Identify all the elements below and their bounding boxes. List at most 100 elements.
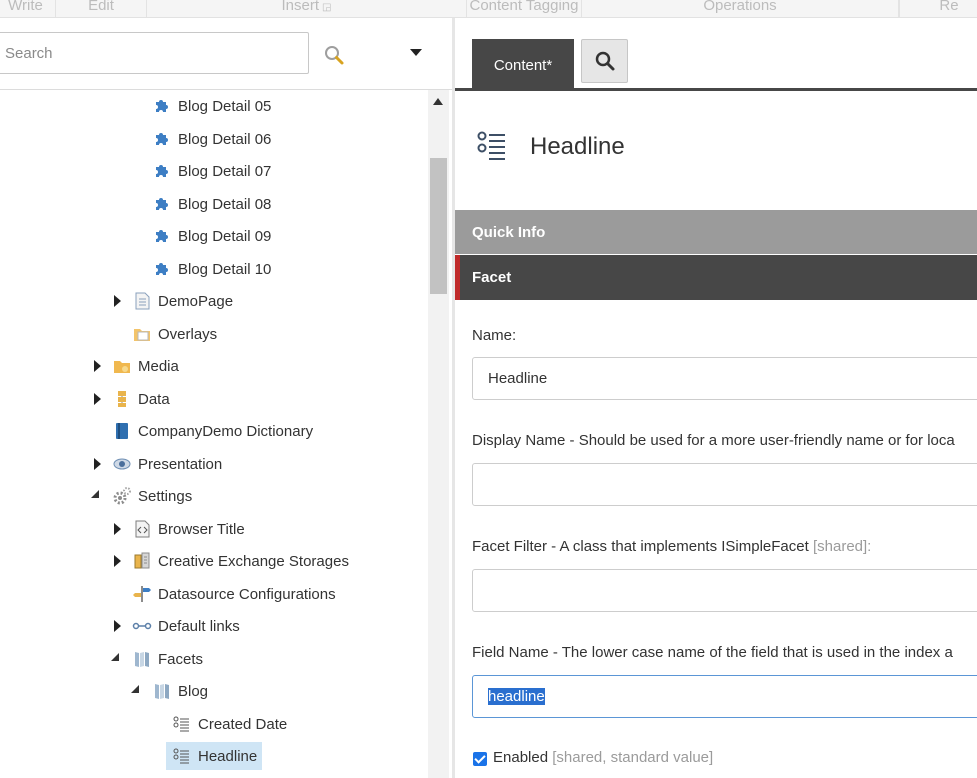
field-label-name: Name:: [472, 327, 517, 344]
ribbon-tabs: Write Edit Insert ◲ Content Tagging Opera…: [0, 0, 977, 18]
tree-item-facets[interactable]: Facets: [132, 645, 203, 673]
field-label-facet-filter: Facet Filter - A class that implements I…: [472, 538, 871, 555]
expand-toggle[interactable]: [114, 523, 121, 535]
section-quick-info[interactable]: Quick Info: [455, 210, 977, 254]
content-tree-panel: Blog Detail 05 Blog Detail 06 Blog Detai…: [0, 18, 452, 778]
tree-item-overlays[interactable]: Overlays: [132, 320, 217, 348]
tree-item-data[interactable]: Data: [112, 385, 170, 413]
gears-icon: [113, 487, 131, 505]
name-field[interactable]: [472, 357, 977, 400]
tree-item-blog-detail-08[interactable]: Blog Detail 08: [152, 190, 271, 218]
section-title: Quick Info: [472, 223, 546, 241]
collapse-toggle[interactable]: [131, 685, 139, 693]
ribbon-tab-label: Write: [8, 0, 43, 14]
tree-item-blog-detail-05[interactable]: Blog Detail 05: [152, 92, 271, 120]
tab-search[interactable]: [581, 39, 628, 83]
tree-item-blog[interactable]: Blog: [152, 677, 208, 705]
editor-tabbar: Content*: [455, 18, 977, 91]
facet-list-icon: [173, 716, 189, 732]
tree-item-label: Data: [138, 390, 170, 408]
tree-item-demopage[interactable]: DemoPage: [132, 287, 233, 315]
tree-item-label: Blog Detail 10: [178, 260, 272, 278]
puzzle-icon: [156, 165, 168, 177]
code-page-icon: [135, 520, 150, 538]
storage-icon: [134, 552, 150, 569]
expand-toggle[interactable]: [114, 295, 121, 307]
tree-item-label: Default links: [158, 617, 240, 635]
tree-item-media[interactable]: Media: [112, 352, 179, 380]
tree-item-label: Overlays: [158, 325, 218, 343]
tree-item-label: Blog Detail 07: [178, 162, 272, 180]
tree-item-headline[interactable]: Headline: [166, 742, 263, 770]
links-icon: [132, 622, 152, 630]
content-editor: Content* Headline Quick Info Facet Name:…: [455, 18, 977, 778]
expand-icon: ◲: [322, 2, 332, 13]
ribbon-tab-re[interactable]: Re: [899, 0, 977, 17]
tab-content[interactable]: Content*: [472, 39, 574, 91]
facet-filter-field[interactable]: [472, 569, 977, 612]
tree-item-label: Media: [138, 357, 179, 375]
content-tree: Blog Detail 05 Blog Detail 06 Blog Detai…: [0, 90, 428, 778]
ribbon-tab-content-tagging[interactable]: Content Tagging: [467, 0, 582, 17]
enabled-checkbox[interactable]: [473, 752, 487, 766]
tree-item-label: CompanyDemo Dictionary: [138, 422, 314, 440]
tree-item-label: Presentation: [138, 455, 223, 473]
tree-item-blog-detail-09[interactable]: Blog Detail 09: [152, 222, 271, 250]
search-input[interactable]: [0, 32, 309, 74]
scrollbar-thumb[interactable]: [430, 158, 447, 294]
puzzle-icon: [156, 100, 168, 112]
tree-item-label: DemoPage: [158, 292, 234, 310]
ribbon-tab-write[interactable]: Write: [0, 0, 56, 17]
ribbon-tab-label: Edit: [88, 0, 114, 14]
ribbon-tab-label: Insert: [281, 0, 320, 14]
ribbon-tab-edit[interactable]: Edit: [56, 0, 147, 17]
tree-item-label: Datasource Configurations: [158, 585, 336, 603]
expand-toggle[interactable]: [94, 458, 101, 470]
expand-toggle[interactable]: [94, 360, 101, 372]
facets-icon: [155, 684, 169, 699]
tree-item-creative-exchange-storages[interactable]: Creative Exchange Storages: [132, 547, 349, 575]
field-label-text: Facet Filter - A class that implements I…: [472, 538, 809, 555]
scroll-up-arrow[interactable]: [433, 98, 443, 105]
tree-item-presentation[interactable]: Presentation: [112, 450, 222, 478]
tree-item-label: Creative Exchange Storages: [158, 552, 349, 570]
tree-item-created-date[interactable]: Created Date: [172, 710, 287, 738]
puzzle-icon: [156, 133, 168, 145]
tree-item-browser-title[interactable]: Browser Title: [132, 515, 245, 543]
tree-item-blog-detail-10[interactable]: Blog Detail 10: [152, 255, 271, 283]
tree-item-companydemo-dictionary[interactable]: CompanyDemo Dictionary: [112, 417, 313, 445]
display-name-field[interactable]: [472, 463, 977, 506]
tree-item-label: Settings: [138, 487, 193, 505]
search-options-dropdown[interactable]: [410, 49, 422, 56]
ribbon-tab-label: Content Tagging: [469, 0, 579, 14]
tree-item-blog-detail-06[interactable]: Blog Detail 06: [152, 125, 271, 153]
tree-item-default-links[interactable]: Default links: [132, 612, 240, 640]
collapse-toggle[interactable]: [91, 490, 99, 498]
tree-item-datasource-configurations[interactable]: Datasource Configurations: [132, 580, 336, 608]
collapse-toggle[interactable]: [111, 653, 119, 661]
ribbon-tab-operations[interactable]: Operations: [582, 0, 899, 17]
field-name-field[interactable]: [472, 675, 977, 718]
media-folder-icon: [114, 361, 130, 373]
ribbon-tab-insert[interactable]: Insert ◲: [147, 0, 467, 17]
tab-label: Content*: [493, 56, 553, 74]
enabled-label: Enabled [shared, standard value]: [493, 749, 713, 766]
search-icon[interactable]: [323, 44, 345, 66]
expand-toggle[interactable]: [114, 555, 121, 567]
tree-scrollbar[interactable]: [428, 90, 449, 778]
page-icon: [135, 292, 150, 310]
expand-toggle[interactable]: [94, 393, 101, 405]
page-title: Headline: [530, 133, 625, 160]
section-facet[interactable]: Facet: [455, 255, 977, 300]
tree-item-settings[interactable]: Settings: [112, 482, 192, 510]
section-title: Facet: [472, 269, 512, 286]
expand-toggle[interactable]: [114, 620, 121, 632]
tree-item-label: Blog Detail 06: [178, 130, 272, 148]
facet-list-icon: [477, 131, 505, 160]
ribbon-tab-label: Operations: [703, 0, 777, 14]
tree-item-blog-detail-07[interactable]: Blog Detail 07: [152, 157, 271, 185]
puzzle-icon: [156, 230, 168, 242]
facets-icon: [135, 652, 149, 667]
tree-item-label: Blog: [178, 682, 209, 700]
search-icon: [595, 51, 614, 71]
